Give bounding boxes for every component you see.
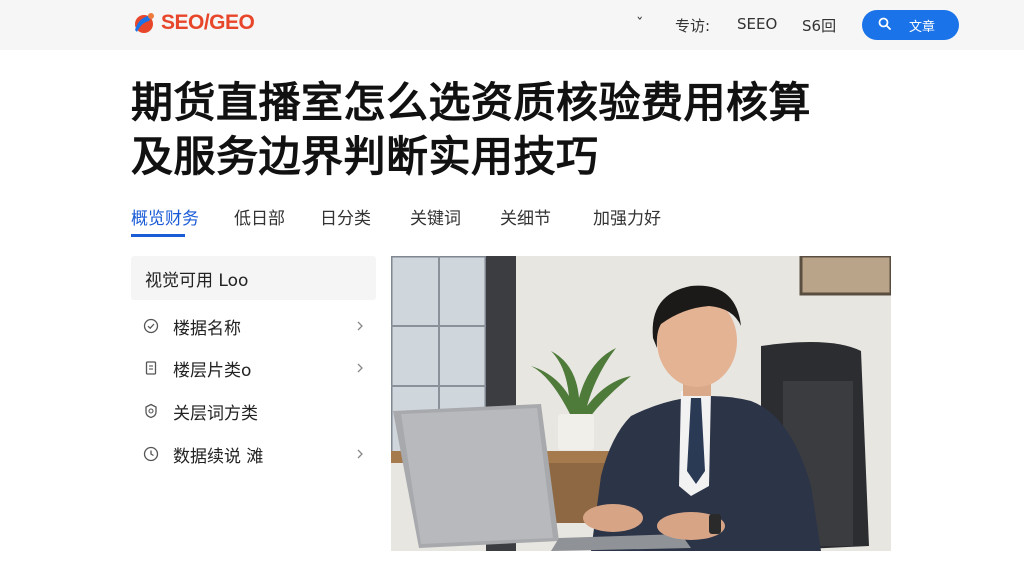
sidebar-item-keywords[interactable]: 关层词方类: [131, 391, 376, 431]
tab-details[interactable]: 关细节: [500, 204, 551, 229]
top-bar: SEO/GEO ˇ 专访: SEEO S6回 文章: [0, 0, 1024, 50]
sidebar-item-name[interactable]: 楼据名称: [131, 306, 376, 346]
tab-keywords[interactable]: 关键词: [410, 204, 461, 229]
sidebar-item-label: 楼据名称: [173, 318, 241, 339]
tab-low-day[interactable]: 低日部: [234, 204, 285, 229]
chevron-right-icon: [352, 446, 368, 462]
search-button[interactable]: 文章: [862, 10, 959, 40]
chevron-right-icon: [352, 360, 368, 376]
sidebar-heading: 视觉可用 Loo: [131, 256, 376, 300]
sidebar-item-label: 关层词方类: [173, 403, 258, 424]
page-title: 期货直播室怎么选资质核验费用核算 及服务边界判断实用技巧: [131, 76, 811, 184]
search-icon: [878, 17, 891, 34]
nav-item-s6[interactable]: S6回: [802, 15, 836, 36]
hero-photo: [391, 256, 891, 551]
check-circle-icon: [141, 316, 161, 336]
sidebar-item-floor[interactable]: 楼层片类o: [131, 348, 376, 388]
document-icon: [141, 358, 161, 378]
logo-icon: [131, 10, 157, 36]
tab-category[interactable]: 日分类: [320, 204, 371, 229]
badge-icon: [141, 401, 161, 421]
search-button-label: 文章: [909, 19, 936, 35]
clock-icon: [141, 444, 161, 464]
tab-overview[interactable]: 概览财务: [131, 204, 199, 229]
sidebar-item-data[interactable]: 数据续说 滩: [131, 434, 376, 474]
page-title-line-1: 期货直播室怎么选资质核验费用核算: [131, 78, 812, 127]
active-tab-indicator: [131, 234, 185, 237]
page-title-line-2: 及服务边界判断实用技巧: [131, 132, 599, 181]
tab-enhance[interactable]: 加强力好: [593, 204, 661, 229]
nav-item-interview[interactable]: 专访:: [675, 15, 710, 36]
nav-item-seeo[interactable]: SEEO: [737, 15, 777, 33]
logo-text: SEO/GEO: [161, 11, 255, 34]
sidebar-item-label: 数据续说 滩: [173, 446, 264, 467]
chevron-right-icon: [352, 318, 368, 334]
nav-item-dropdown[interactable]: ˇ: [636, 15, 644, 33]
sidebar-item-label: 楼层片类o: [173, 360, 252, 381]
logo[interactable]: SEO/GEO: [131, 10, 255, 36]
